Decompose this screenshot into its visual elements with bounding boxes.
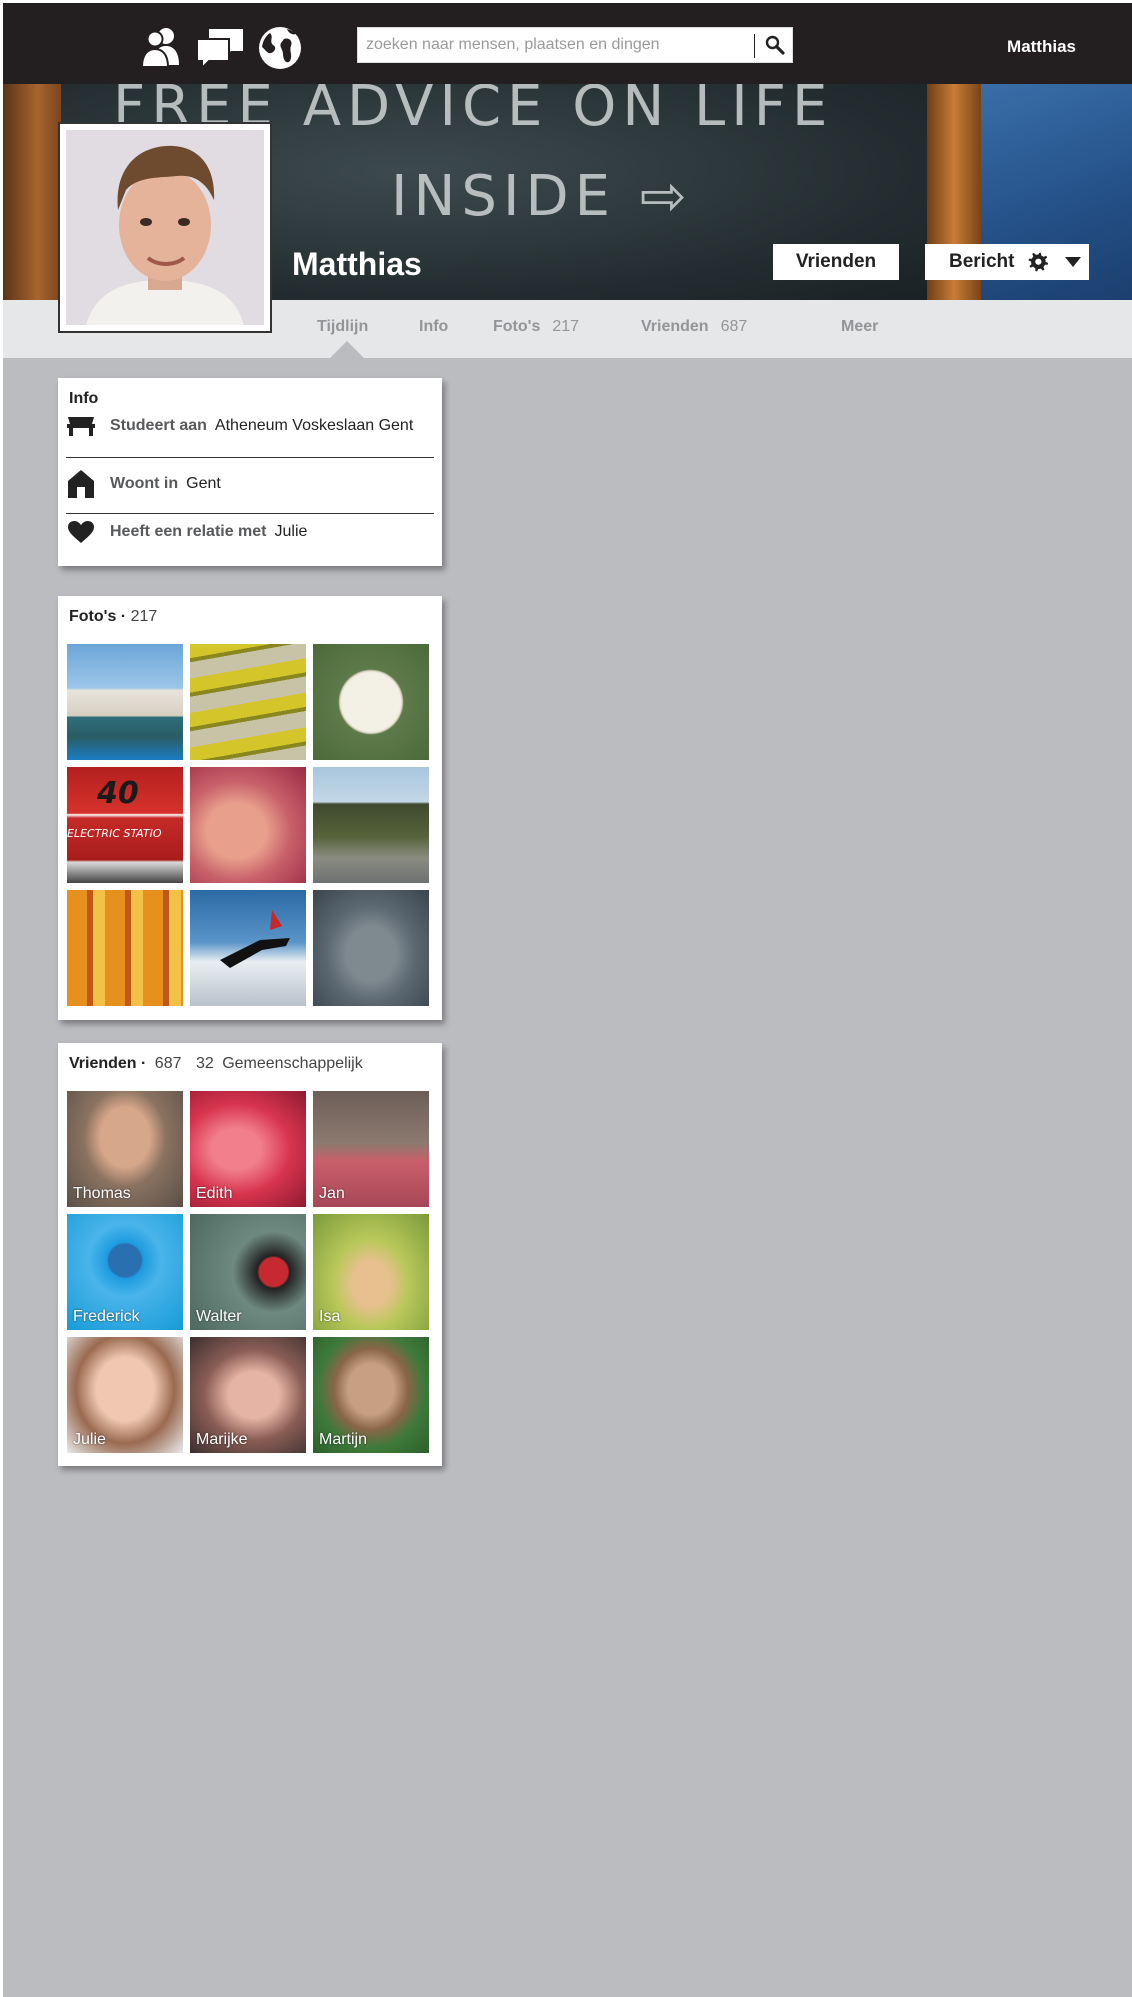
- school-icon: [66, 411, 96, 441]
- avatar-photo: [66, 130, 264, 325]
- tab-photos[interactable]: Foto's 217: [493, 318, 579, 336]
- profile-name: Matthias: [292, 246, 422, 282]
- info-value[interactable]: Julie: [275, 523, 308, 541]
- mutual-label: Gemeenschappelijk: [222, 1055, 363, 1072]
- photos-title-label: Foto's: [69, 608, 117, 625]
- home-icon: [66, 469, 96, 499]
- friend-name: Martijn: [319, 1431, 368, 1448]
- top-bar: Matthias: [3, 0, 1132, 84]
- info-row-home[interactable]: Woont in Gent: [66, 460, 434, 508]
- info-divider: [66, 457, 434, 458]
- tab-label: Vrienden: [641, 318, 709, 335]
- profile-avatar[interactable]: [58, 122, 272, 333]
- photo-thumb[interactable]: [190, 767, 306, 883]
- photo-thumb[interactable]: [67, 890, 183, 1006]
- photo-thumb[interactable]: [190, 644, 306, 760]
- info-value[interactable]: Atheneum Voskeslaan Gent: [215, 417, 413, 435]
- friend-tile[interactable]: Walter: [190, 1214, 306, 1330]
- info-row-school[interactable]: Studeert aan Atheneum Voskeslaan Gent: [66, 402, 434, 450]
- friend-name: Edith: [196, 1185, 233, 1202]
- friends-icon[interactable]: [139, 25, 185, 69]
- svg-text:40: 40: [96, 776, 139, 811]
- friend-name: Marijke: [196, 1431, 248, 1448]
- friend-name: Walter: [196, 1308, 242, 1325]
- tab-label: Meer: [841, 318, 879, 335]
- friend-name: Isa: [319, 1308, 341, 1325]
- tab-more[interactable]: Meer: [841, 318, 878, 336]
- friends-count: 687: [154, 1055, 182, 1072]
- caret-down-icon[interactable]: [1064, 256, 1082, 268]
- info-card: Info Studeert aan Atheneum Voskeslaan Ge…: [58, 378, 442, 566]
- friend-name: Thomas: [73, 1185, 131, 1202]
- friends-card-title[interactable]: Vrienden · 687 32 Gemeenschappelijk: [69, 1055, 363, 1073]
- photo-thumb[interactable]: [313, 767, 429, 883]
- friends-button[interactable]: Vrienden: [773, 244, 899, 280]
- friends-grid: Thomas Edith Jan Frederick Walter Isa Ju…: [67, 1091, 429, 1453]
- tab-count: 687: [720, 318, 748, 335]
- friend-tile[interactable]: Julie: [67, 1337, 183, 1453]
- search-icon: [765, 35, 785, 55]
- friend-tile[interactable]: Isa: [313, 1214, 429, 1330]
- cover-chalk-line2: INSIDE ⇨: [391, 164, 693, 229]
- photos-card: Foto's · 217 40 ELECTRIC STATIO: [58, 596, 442, 1020]
- tab-label: Info: [419, 318, 449, 335]
- friend-name: Julie: [73, 1431, 106, 1448]
- notifications-globe-icon[interactable]: [257, 25, 303, 69]
- photo-thumb[interactable]: [313, 890, 429, 1006]
- cover-wood-left: [3, 84, 61, 300]
- message-button-label: Bericht: [949, 251, 1015, 272]
- photos-count: 217: [130, 608, 158, 625]
- tab-label: Foto's: [493, 318, 541, 335]
- messages-icon[interactable]: [195, 25, 243, 71]
- info-label: Woont in: [110, 475, 179, 492]
- photo-thumb[interactable]: [313, 644, 429, 760]
- search-button[interactable]: [758, 28, 792, 62]
- info-label: Studeert aan: [110, 417, 207, 434]
- info-label: Heeft een relatie met: [110, 523, 267, 540]
- photo-thumb[interactable]: 40 ELECTRIC STATIO: [67, 767, 183, 883]
- info-row-relationship[interactable]: Heeft een relatie met Julie: [66, 508, 434, 556]
- mutual-count: 32: [195, 1055, 214, 1072]
- heart-icon: [66, 517, 96, 547]
- friend-tile[interactable]: Jan: [313, 1091, 429, 1207]
- friend-name: Frederick: [73, 1308, 140, 1325]
- photos-card-title[interactable]: Foto's · 217: [69, 608, 157, 626]
- message-button[interactable]: Bericht: [925, 244, 1089, 280]
- tab-label: Tijdlijn: [317, 318, 369, 335]
- friend-tile[interactable]: Frederick: [67, 1214, 183, 1330]
- photo-thumb[interactable]: [67, 644, 183, 760]
- gear-icon[interactable]: [1028, 251, 1050, 273]
- friend-tile[interactable]: Martijn: [313, 1337, 429, 1453]
- photos-grid: 40 ELECTRIC STATIO: [67, 644, 429, 1006]
- photo-thumb[interactable]: [190, 890, 306, 1006]
- current-user-link[interactable]: Matthias: [1007, 37, 1076, 57]
- tab-friends[interactable]: Vrienden 687: [641, 318, 747, 336]
- tab-timeline[interactable]: Tijdlijn: [317, 318, 368, 336]
- svg-text:ELECTRIC STATIO: ELECTRIC STATIO: [67, 827, 162, 840]
- friend-tile[interactable]: Edith: [190, 1091, 306, 1207]
- tab-count: 217: [552, 318, 580, 335]
- search-input[interactable]: [358, 28, 754, 62]
- search-divider: [754, 34, 755, 58]
- friends-title-label: Vrienden: [69, 1055, 137, 1072]
- info-value[interactable]: Gent: [186, 475, 221, 493]
- friends-card: Vrienden · 687 32 Gemeenschappelijk Thom…: [58, 1043, 442, 1466]
- friend-tile[interactable]: Thomas: [67, 1091, 183, 1207]
- friend-tile[interactable]: Marijke: [190, 1337, 306, 1453]
- search-box: [357, 27, 793, 63]
- tab-info[interactable]: Info: [419, 318, 448, 336]
- active-tab-pointer: [330, 341, 364, 358]
- friend-name: Jan: [319, 1185, 345, 1202]
